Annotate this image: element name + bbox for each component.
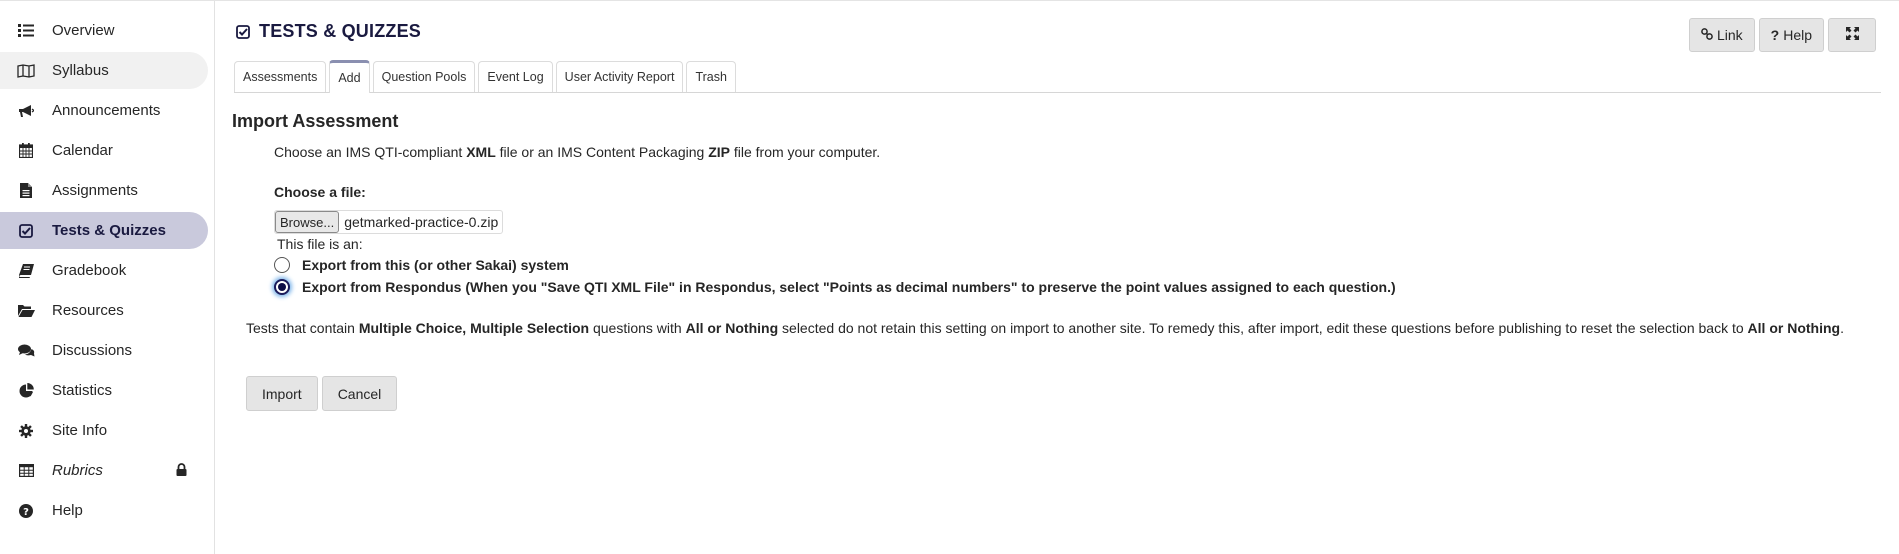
- file-text-icon: [16, 183, 36, 198]
- warning-text: Tests that contain: [246, 320, 359, 336]
- option-label: Export from Respondus (When you "Save QT…: [302, 279, 1396, 295]
- question-circle-icon: ?: [16, 503, 36, 518]
- sidebar-item-label: Announcements: [52, 102, 161, 119]
- tab-user-activity-report[interactable]: User Activity Report: [555, 61, 684, 92]
- sidebar-item-site-info[interactable]: Site Info: [0, 412, 208, 449]
- calendar-icon: [16, 143, 36, 158]
- sidebar-item-label: Help: [52, 502, 83, 519]
- sidebar-item-discussions[interactable]: Discussions: [0, 332, 208, 369]
- warning-text: questions with: [589, 320, 686, 336]
- sidebar: Overview Syllabus Announcements Calendar…: [0, 1, 215, 554]
- map-icon: [16, 63, 36, 78]
- sidebar-item-resources[interactable]: Resources: [0, 292, 208, 329]
- browse-button[interactable]: Browse...: [275, 211, 340, 233]
- check-square-icon: [236, 24, 250, 39]
- svg-text:?: ?: [23, 507, 29, 518]
- expand-icon: [1845, 27, 1859, 43]
- warning-text: selected do not retain this setting on i…: [778, 320, 1748, 336]
- link-label: Link: [1716, 27, 1743, 43]
- import-button[interactable]: Import: [246, 376, 318, 411]
- sidebar-item-syllabus[interactable]: Syllabus: [0, 52, 208, 89]
- help-button[interactable]: ? Help: [1758, 18, 1824, 52]
- instructions-text: Choose an IMS QTI-compliant: [274, 144, 467, 160]
- sidebar-item-statistics[interactable]: Statistics: [0, 372, 208, 409]
- file-input[interactable]: Browse... getmarked-practice-0.zip: [274, 210, 504, 234]
- sidebar-item-label: Rubrics: [52, 462, 103, 479]
- help-label: Help: [1783, 27, 1812, 43]
- warning-text: .: [1840, 320, 1844, 336]
- sidebar-item-assignments[interactable]: Assignments: [0, 172, 208, 209]
- lock-icon: [176, 463, 187, 480]
- sidebar-item-label: Assignments: [52, 182, 138, 199]
- tab-add[interactable]: Add: [329, 60, 370, 93]
- sidebar-item-announcements[interactable]: Announcements: [0, 92, 208, 129]
- selected-file-name: getmarked-practice-0.zip: [344, 214, 499, 230]
- section-title: Import Assessment: [232, 111, 399, 131]
- sidebar-item-label: Discussions: [52, 342, 133, 359]
- list-icon: [16, 24, 36, 37]
- instructions-text: file from your computer.: [729, 144, 881, 160]
- sidebar-item-label: Gradebook: [52, 262, 127, 279]
- tab-bar: Assessments Add Question Pools Event Log…: [234, 60, 1881, 93]
- sidebar-item-tests-quizzes[interactable]: Tests & Quizzes: [0, 212, 208, 249]
- cancel-button[interactable]: Cancel: [321, 376, 398, 411]
- sidebar-item-label: Resources: [52, 302, 124, 319]
- option-label: Export from this (or other Sakai) system: [302, 257, 569, 273]
- option-respondus-export[interactable]: Export from Respondus (When you "Save QT…: [274, 279, 1396, 295]
- gear-icon: [16, 423, 36, 438]
- expand-button[interactable]: [1828, 18, 1876, 52]
- main-content: TESTS & QUIZZES Link ? Help Assessments …: [216, 1, 1899, 554]
- sidebar-item-help[interactable]: ? Help: [0, 492, 208, 529]
- page-title-text: TESTS & QUIZZES: [259, 21, 422, 41]
- instructions-zip: ZIP: [708, 144, 730, 160]
- radio-sakai[interactable]: [274, 257, 290, 273]
- instructions-text: file or an IMS Content Packaging: [495, 144, 709, 160]
- sidebar-item-label: Tests & Quizzes: [52, 222, 166, 239]
- warning-bold: All or Nothing: [685, 320, 779, 336]
- sidebar-item-label: Syllabus: [52, 62, 109, 79]
- radio-respondus[interactable]: [274, 279, 290, 295]
- import-instructions: Choose an IMS QTI-compliant XML file or …: [274, 144, 880, 160]
- tab-question-pools[interactable]: Question Pools: [372, 61, 476, 92]
- bullhorn-icon: [16, 104, 36, 118]
- instructions-xml: XML: [466, 144, 496, 160]
- toolbar: Link ? Help: [1688, 18, 1876, 52]
- book-icon: [16, 263, 36, 278]
- sidebar-item-label: Site Info: [52, 422, 108, 439]
- choose-file-label: Choose a file:: [274, 184, 366, 200]
- table-icon: [16, 464, 36, 477]
- comments-icon: [16, 344, 36, 358]
- tab-assessments[interactable]: Assessments: [234, 61, 327, 92]
- link-icon: [1701, 27, 1713, 43]
- warning-bold: Multiple Choice, Multiple Selection: [358, 320, 590, 336]
- option-sakai-export[interactable]: Export from this (or other Sakai) system: [274, 257, 569, 273]
- sidebar-item-gradebook[interactable]: Gradebook: [0, 252, 208, 289]
- link-button[interactable]: Link: [1688, 18, 1755, 52]
- file-type-label: This file is an:: [277, 236, 363, 252]
- page-title: TESTS & QUIZZES: [236, 21, 421, 42]
- sidebar-item-overview[interactable]: Overview: [0, 12, 208, 49]
- sidebar-item-label: Statistics: [52, 382, 113, 399]
- pie-chart-icon: [16, 383, 36, 398]
- folder-open-icon: [16, 304, 36, 317]
- check-square-icon: [16, 223, 36, 238]
- sidebar-item-label: Calendar: [52, 142, 113, 159]
- sidebar-item-rubrics[interactable]: Rubrics: [0, 452, 208, 489]
- tab-trash[interactable]: Trash: [686, 61, 736, 92]
- form-actions: Import Cancel: [246, 376, 398, 411]
- import-warning: Tests that contain Multiple Choice, Mult…: [246, 318, 1881, 338]
- tab-event-log[interactable]: Event Log: [478, 61, 553, 92]
- warning-bold: All or Nothing: [1747, 320, 1841, 336]
- question-icon: ?: [1770, 27, 1780, 43]
- sidebar-item-label: Overview: [52, 22, 115, 39]
- sidebar-item-calendar[interactable]: Calendar: [0, 132, 208, 169]
